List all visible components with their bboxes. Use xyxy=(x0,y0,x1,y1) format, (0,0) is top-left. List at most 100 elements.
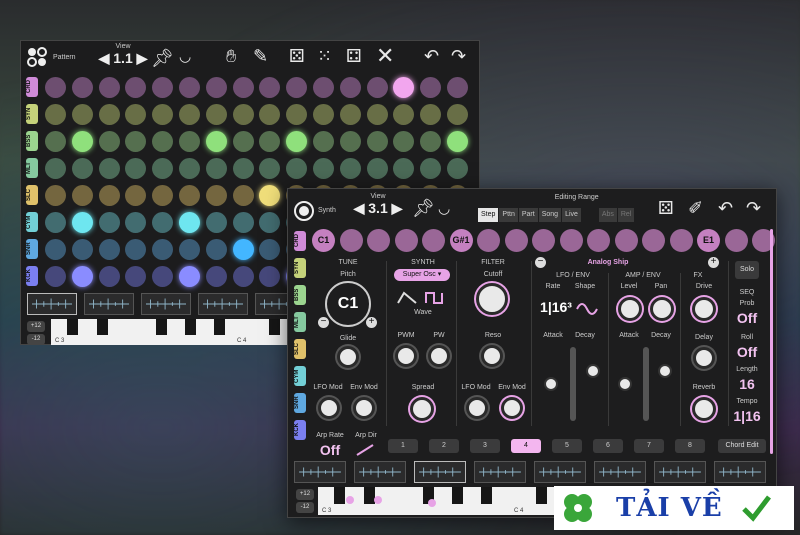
next-view-icon[interactable]: ▶ xyxy=(137,50,148,66)
hand-icon[interactable]: ✋︎ xyxy=(226,47,236,65)
step-pad[interactable] xyxy=(71,266,93,287)
rel-tab[interactable]: Rel xyxy=(617,208,635,222)
octave-up-button[interactable]: +12 xyxy=(27,321,45,332)
lane-tag-slc[interactable]: SLC xyxy=(26,185,38,205)
chord-pad[interactable] xyxy=(669,229,693,252)
amp-pan-knob[interactable] xyxy=(650,297,674,321)
step-pad[interactable] xyxy=(98,185,120,206)
black-key[interactable] xyxy=(185,319,196,335)
step-pad[interactable] xyxy=(71,104,93,125)
step-button-6[interactable]: 6 xyxy=(593,439,623,453)
step-pad[interactable] xyxy=(393,104,415,125)
tempo-value[interactable]: 1|16 xyxy=(728,408,766,424)
range-tab-part[interactable]: Part xyxy=(518,208,538,222)
view-selector[interactable]: View ◀ 1.1 ▶ xyxy=(93,43,153,67)
pin-icon[interactable]: 📌︎ xyxy=(412,199,435,217)
step-pad[interactable] xyxy=(259,77,281,98)
step-button-8[interactable]: 8 xyxy=(675,439,705,453)
step-pad[interactable] xyxy=(286,131,308,152)
step-pad[interactable] xyxy=(339,104,361,125)
step-pad[interactable] xyxy=(205,158,227,179)
pattern-slot[interactable] xyxy=(654,461,706,483)
step-button-3[interactable]: 3 xyxy=(470,439,500,453)
step-pad[interactable] xyxy=(232,266,254,287)
step-pad[interactable] xyxy=(259,266,281,287)
step-pad[interactable] xyxy=(232,131,254,152)
glide-knob[interactable] xyxy=(337,346,359,368)
clear-icon[interactable]: ✕ xyxy=(376,45,394,67)
prob-value[interactable]: Off xyxy=(732,310,762,326)
tune-lfo-mod-knob[interactable] xyxy=(318,397,340,419)
step-pad[interactable] xyxy=(179,77,200,98)
synth-instrument-icon[interactable] xyxy=(294,201,314,221)
step-pad[interactable] xyxy=(45,266,66,287)
chord-pad[interactable] xyxy=(559,229,583,252)
lane-tag-bss[interactable]: BSS xyxy=(294,285,306,305)
step-pad[interactable] xyxy=(125,266,147,287)
filter-lfo-mod-knob[interactable] xyxy=(466,397,488,419)
step-pad[interactable] xyxy=(179,131,200,152)
lane-tag-mlt[interactable]: MLT xyxy=(294,312,306,332)
step-pad[interactable] xyxy=(152,131,174,152)
step-pad[interactable] xyxy=(98,158,120,179)
step-pad[interactable] xyxy=(205,266,227,287)
lane-tag-kck[interactable]: KCK xyxy=(26,266,38,286)
randomize-icon[interactable]: ⚃ xyxy=(346,47,362,65)
step-pad[interactable] xyxy=(339,131,361,152)
step-pad[interactable] xyxy=(71,131,93,152)
step-pad[interactable] xyxy=(205,239,227,260)
amp-attack-handle[interactable] xyxy=(618,377,632,391)
chord-pad[interactable] xyxy=(532,229,555,252)
step-pad[interactable] xyxy=(152,239,174,260)
step-pad[interactable] xyxy=(71,158,93,179)
step-button-1[interactable]: 1 xyxy=(388,439,418,453)
step-pad[interactable] xyxy=(45,185,66,206)
undo-icon[interactable]: ↶ xyxy=(424,47,439,65)
reverb-knob[interactable] xyxy=(692,397,716,421)
tune-env-mod-knob[interactable] xyxy=(353,397,375,419)
step-pad[interactable] xyxy=(45,212,66,233)
abs-tab[interactable]: Abs xyxy=(598,208,617,222)
solo-button[interactable]: Solo xyxy=(735,261,759,279)
step-pad[interactable] xyxy=(232,104,254,125)
step-pad[interactable] xyxy=(313,104,334,125)
step-pad[interactable] xyxy=(259,212,281,233)
pattern-slot[interactable] xyxy=(534,461,586,483)
step-pad[interactable] xyxy=(98,77,120,98)
lane-tag-slc[interactable]: SLC xyxy=(294,339,306,359)
step-pad[interactable] xyxy=(179,266,200,287)
step-pad[interactable] xyxy=(447,158,468,179)
length-value[interactable]: 16 xyxy=(732,376,762,392)
lane-tag-snr[interactable]: SNR xyxy=(294,393,306,413)
pw-knob[interactable] xyxy=(428,345,450,367)
step-pad[interactable] xyxy=(259,239,281,260)
range-tab-step[interactable]: Step xyxy=(478,208,499,222)
pattern-slot[interactable] xyxy=(354,461,406,483)
step-pad[interactable] xyxy=(313,77,334,98)
octave-up-button[interactable]: +12 xyxy=(296,489,314,500)
chord-pad[interactable] xyxy=(339,229,363,252)
chord-pad[interactable] xyxy=(394,229,418,252)
step-button-5[interactable]: 5 xyxy=(552,439,582,453)
step-pad[interactable] xyxy=(125,131,147,152)
chord-pad[interactable] xyxy=(504,229,528,252)
lane-tag-kck[interactable]: KCK xyxy=(294,420,306,440)
pitch-up-icon[interactable]: + xyxy=(366,317,377,328)
step-pad[interactable] xyxy=(125,104,147,125)
step-pad[interactable] xyxy=(98,239,120,260)
octave-down-button[interactable]: -12 xyxy=(27,334,45,345)
step-pad[interactable] xyxy=(339,77,361,98)
step-pad[interactable] xyxy=(125,185,147,206)
chord-pad[interactable] xyxy=(724,229,748,252)
lane-tag-syn[interactable]: SYN xyxy=(294,258,306,278)
pitch-down-icon[interactable]: − xyxy=(318,317,329,328)
step-pad[interactable] xyxy=(125,239,147,260)
spread-knob[interactable] xyxy=(410,397,434,421)
filter-env-mod-knob[interactable] xyxy=(501,397,523,419)
sine-shape-icon[interactable] xyxy=(576,302,598,316)
step-pad[interactable] xyxy=(339,158,361,179)
eraser-icon[interactable]: ✐ xyxy=(688,199,703,217)
step-pad[interactable] xyxy=(45,158,66,179)
arp-dir-up-icon[interactable] xyxy=(356,444,374,456)
step-pad[interactable] xyxy=(447,104,468,125)
